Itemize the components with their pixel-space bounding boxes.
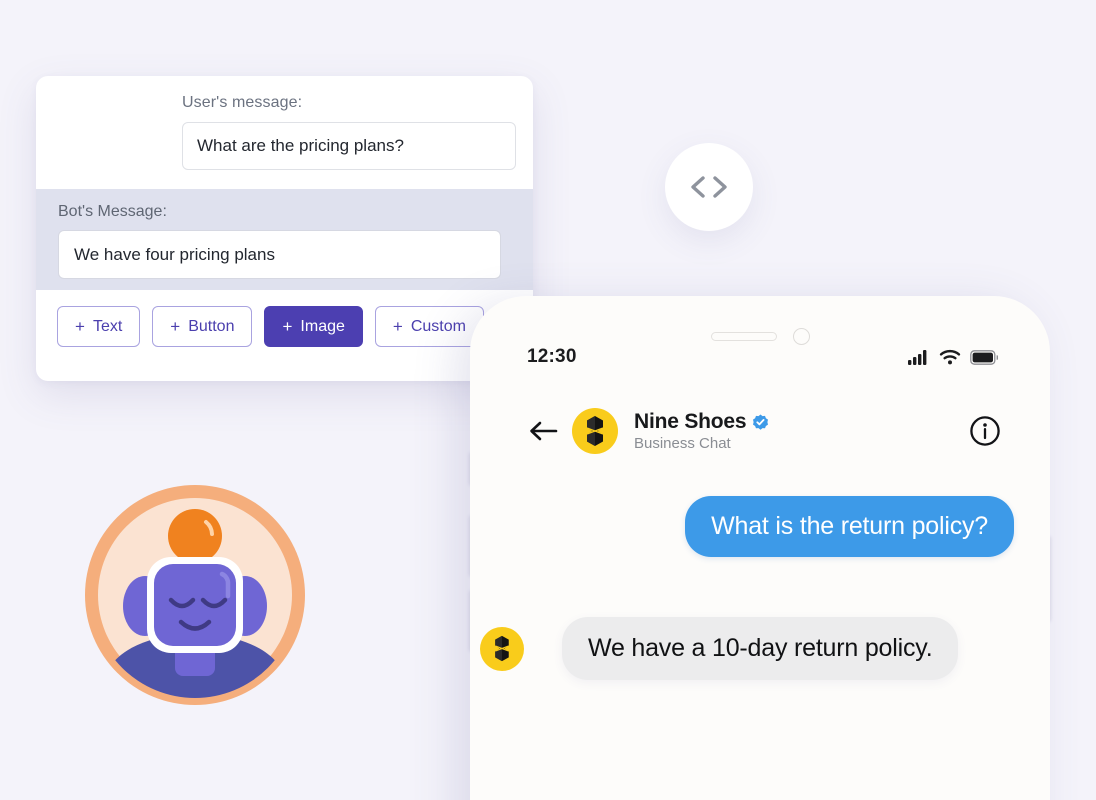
robot-illustration-svg (85, 485, 305, 705)
plus-icon: + (170, 317, 181, 336)
chat-bubble-outgoing[interactable]: What is the return policy? (685, 496, 1014, 557)
signal-bars-icon (908, 350, 927, 365)
back-arrow-icon[interactable] (526, 414, 560, 448)
nine-shoes-logo-icon (586, 416, 604, 446)
bot-message-input[interactable]: We have four pricing plans (58, 230, 501, 279)
status-clock: 12:30 (527, 346, 577, 367)
screenshot-stage: User's message: What are the pricing pla… (0, 0, 1096, 800)
code-snippet-bubble[interactable] (665, 143, 753, 231)
add-image-label: Image (300, 317, 345, 335)
back-arrow-glyph (530, 421, 558, 441)
add-button-button[interactable]: + Button (152, 306, 253, 347)
add-component-toolbar: + Text + Button + Image + Custom (36, 290, 533, 347)
business-avatar[interactable] (572, 408, 618, 454)
info-circle-icon[interactable] (968, 414, 1002, 448)
battery-full-icon (970, 349, 998, 365)
status-icon-group (908, 349, 998, 365)
user-message-input[interactable]: What are the pricing plans? (182, 122, 516, 170)
phone-notch (470, 328, 1050, 345)
phone-mockup: 12:30 Nine Shoes Business Chat What is t… (470, 296, 1050, 800)
verified-badge-icon (753, 414, 769, 430)
plus-icon: + (392, 317, 403, 336)
add-image-button[interactable]: + Image (264, 306, 363, 347)
code-brackets-icon (691, 176, 727, 198)
plus-icon: + (282, 317, 293, 336)
chat-header: Nine Shoes Business Chat (470, 401, 1050, 461)
chat-row-outgoing: What is the return policy? (480, 496, 1014, 557)
chat-bot-avatar[interactable] (480, 626, 524, 671)
wifi-icon (939, 349, 961, 365)
bot-message-section: Bot's Message: We have four pricing plan… (36, 189, 533, 290)
business-subtitle: Business Chat (634, 435, 731, 452)
add-text-button[interactable]: + Text (57, 306, 141, 347)
business-name: Nine Shoes (634, 410, 747, 433)
chat-bubble-incoming[interactable]: We have a 10-day return policy. (562, 617, 959, 680)
chat-message-list: What is the return policy? We have a 10-… (470, 496, 1050, 680)
nine-shoes-logo-icon (495, 635, 509, 662)
info-circle-glyph (970, 416, 1000, 446)
business-name-row: Nine Shoes (634, 410, 769, 434)
add-text-label: Text (92, 317, 123, 335)
bot-message-label: Bot's Message: (58, 203, 167, 220)
plus-icon: + (75, 317, 85, 336)
robot-antenna-bulb (168, 509, 222, 563)
business-meta: Nine Shoes Business Chat (634, 410, 769, 452)
add-button-label: Button (188, 317, 235, 335)
robot-avatar-illustration (78, 478, 312, 712)
user-message-section: User's message: What are the pricing pla… (36, 76, 533, 170)
phone-status-bar: 12:30 (470, 346, 1050, 368)
phone-speaker-icon (710, 332, 777, 341)
phone-camera-icon (792, 328, 810, 345)
bot-message-builder-card: User's message: What are the pricing pla… (36, 76, 533, 381)
add-custom-label: Custom (410, 317, 466, 335)
user-message-label: User's message: (182, 94, 303, 111)
add-custom-button[interactable]: + Custom (374, 306, 484, 347)
chat-row-incoming: We have a 10-day return policy. (480, 617, 1014, 680)
